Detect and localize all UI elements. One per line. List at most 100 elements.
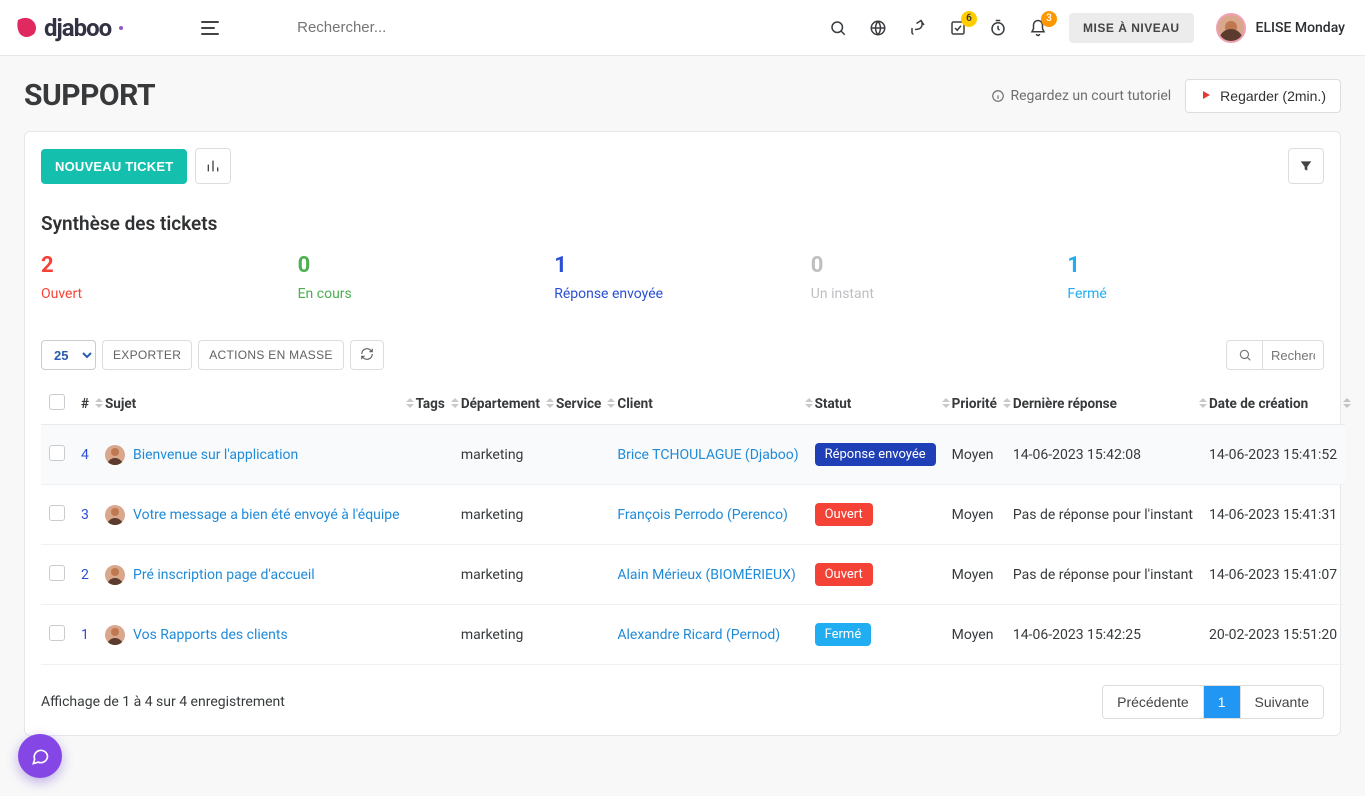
row-client[interactable]: Alain Mérieux (BIOMÉRIEUX) (617, 567, 795, 583)
bar-chart-icon (205, 158, 221, 174)
global-search-wrap (239, 18, 811, 37)
table-search (1226, 340, 1324, 370)
row-created: 14-06-2023 15:41:31 (1201, 485, 1345, 545)
upgrade-button[interactable]: MISE À NIVEAU (1069, 13, 1194, 43)
summary-open[interactable]: 2Ouvert (41, 253, 298, 302)
col-tags[interactable]: Tags (408, 384, 453, 425)
topbar: djaboo 6 3 MISE À NIVEAU ELISE Monda (0, 0, 1365, 56)
globe-icon[interactable] (869, 19, 887, 37)
table-search-input[interactable] (1263, 348, 1323, 363)
row-last-reply: 14-06-2023 15:42:25 (1005, 605, 1201, 665)
table-row[interactable]: 4 Bienvenue sur l'application marketing Bri… (41, 425, 1345, 485)
chat-bubble-button[interactable] (18, 734, 62, 778)
row-client[interactable]: Brice TCHOULAGUE (Djaboo) (617, 447, 798, 463)
pagination: Précédente 1 Suivante (1102, 685, 1324, 719)
summary-instant[interactable]: 0Un instant (811, 253, 1068, 302)
row-priority: Moyen (944, 605, 1005, 665)
filter-icon (1298, 158, 1314, 174)
tutorial-hint: Regardez un court tutoriel (991, 88, 1172, 104)
summary-progress[interactable]: 0En cours (298, 253, 555, 302)
menu-toggle[interactable] (201, 18, 221, 38)
row-checkbox[interactable] (49, 445, 65, 461)
pagination-prev[interactable]: Précédente (1103, 686, 1203, 718)
row-subject[interactable]: Vos Rapports des clients (133, 627, 288, 643)
col-service[interactable]: Service (548, 384, 609, 425)
summary-reply[interactable]: 1Réponse envoyée (554, 253, 811, 302)
bell-icon[interactable]: 3 (1029, 19, 1047, 37)
check-square-icon[interactable]: 6 (949, 19, 967, 37)
table-row[interactable]: 2Pré inscription page d'accueilmarketing… (41, 545, 1345, 605)
row-status-badge: Ouvert (815, 503, 873, 526)
row-created: 20-02-2023 15:51:20 (1201, 605, 1345, 665)
row-avatar (105, 445, 125, 465)
pagination-page-1[interactable]: 1 (1203, 686, 1240, 718)
row-id[interactable]: 1 (81, 627, 89, 643)
select-all-checkbox[interactable] (49, 394, 65, 410)
row-subject[interactable]: Votre message a bien été envoyé à l'équi… (133, 507, 400, 523)
row-service (548, 605, 609, 665)
table-search-icon (1227, 341, 1263, 369)
export-button[interactable]: EXPORTER (102, 340, 192, 370)
row-last-reply: Pas de réponse pour l'instant (1005, 485, 1201, 545)
tickets-card: NOUVEAU TICKET Synthèse des tickets 2Ouv… (24, 131, 1341, 736)
pagination-next[interactable]: Suivante (1240, 686, 1323, 718)
row-id[interactable]: 4 (81, 447, 89, 463)
row-tags (408, 425, 453, 485)
summary-closed[interactable]: 1Fermé (1067, 253, 1324, 302)
row-service (548, 485, 609, 545)
col-priority[interactable]: Priorité (944, 384, 1005, 425)
row-checkbox[interactable] (49, 505, 65, 521)
row-client[interactable]: François Perrodo (Perenco) (617, 507, 788, 523)
table-row[interactable]: 1 Vos Rapports des clients marketing Alexan… (41, 605, 1345, 665)
page-title: SUPPORT (24, 78, 155, 113)
row-service (548, 425, 609, 485)
brand-logo[interactable]: djaboo (14, 14, 123, 42)
row-avatar (105, 565, 125, 585)
row-priority: Moyen (944, 485, 1005, 545)
topbar-actions: 6 3 MISE À NIVEAU ELISE Monday (829, 13, 1345, 43)
row-priority: Moyen (944, 545, 1005, 605)
page-size-select[interactable]: 25 (41, 340, 96, 370)
table-body: 4 Bienvenue sur l'application marketing Bri… (41, 425, 1345, 665)
share-icon[interactable] (909, 19, 927, 37)
refresh-button[interactable] (350, 340, 384, 370)
user-menu[interactable]: ELISE Monday (1216, 13, 1345, 43)
tickets-table: # Sujet Tags Département Service Client … (41, 384, 1345, 665)
row-last-reply: Pas de réponse pour l'instant (1005, 545, 1201, 605)
row-checkbox[interactable] (49, 625, 65, 641)
row-id[interactable]: 3 (81, 507, 89, 523)
play-icon (1200, 88, 1212, 104)
row-tags (408, 545, 453, 605)
chat-icon (30, 746, 50, 766)
global-search-input[interactable] (295, 18, 755, 37)
search-icon[interactable] (829, 19, 847, 37)
row-checkbox[interactable] (49, 565, 65, 581)
filter-button[interactable] (1288, 148, 1324, 184)
row-id[interactable]: 2 (81, 567, 89, 583)
col-subject[interactable]: Sujet (97, 384, 408, 425)
table-row[interactable]: 3 Votre message a bien été envoyé à l'équ… (41, 485, 1345, 545)
row-client[interactable]: Alexandre Ricard (Pernod) (617, 627, 780, 643)
col-department[interactable]: Département (453, 384, 548, 425)
col-status[interactable]: Statut (807, 384, 944, 425)
stats-button[interactable] (195, 148, 231, 184)
brand-dot-icon (119, 26, 123, 30)
row-tags (408, 605, 453, 665)
brand-name: djaboo (44, 14, 111, 42)
row-department: marketing (453, 425, 548, 485)
tutorial-hint-text: Regardez un court tutoriel (1011, 88, 1172, 104)
col-num[interactable]: # (73, 384, 97, 425)
row-tags (408, 485, 453, 545)
watch-tutorial-button[interactable]: Regarder (2min.) (1185, 79, 1341, 113)
col-created[interactable]: Date de création (1201, 384, 1345, 425)
table-footer: Affichage de 1 à 4 sur 4 enregistrement … (41, 685, 1324, 719)
page: SUPPORT Regardez un court tutoriel Regar… (0, 56, 1365, 758)
timer-icon[interactable] (989, 19, 1007, 37)
bulk-actions-button[interactable]: ACTIONS EN MASSE (198, 340, 344, 370)
row-subject[interactable]: Bienvenue sur l'application (133, 447, 298, 463)
col-client[interactable]: Client (609, 384, 806, 425)
new-ticket-button[interactable]: NOUVEAU TICKET (41, 149, 187, 184)
col-last-reply[interactable]: Dernière réponse (1005, 384, 1201, 425)
row-department: marketing (453, 605, 548, 665)
row-subject[interactable]: Pré inscription page d'accueil (133, 567, 315, 583)
